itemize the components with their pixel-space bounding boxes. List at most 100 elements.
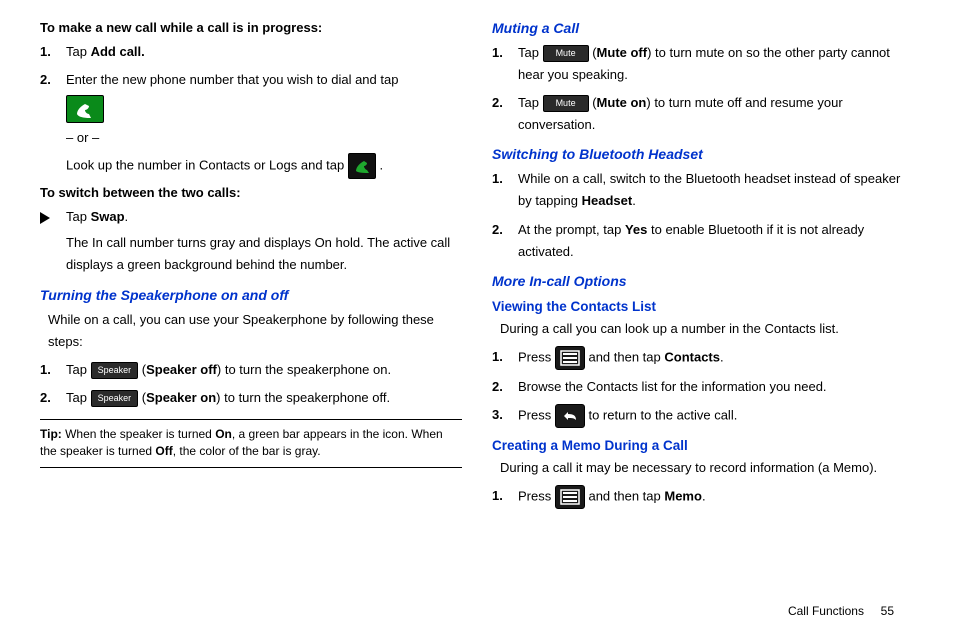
list-item: 2. Tap Speaker (Speaker on) to turn the … <box>66 387 462 409</box>
text: . <box>125 209 129 224</box>
list-item: 2. Browse the Contacts list for the info… <box>518 376 914 398</box>
item-number: 2. <box>40 69 51 91</box>
text: Tap <box>66 362 91 377</box>
lookup-line: Look up the number in Contacts or Logs a… <box>66 153 462 179</box>
list-item: 1. Tap Mute (Mute off) to turn mute on s… <box>518 42 914 86</box>
item-number: 3. <box>492 404 503 426</box>
text: When the speaker is turned <box>65 427 215 441</box>
text: . <box>632 193 636 208</box>
list-memo: 1. Press and then tap Memo. <box>492 485 914 509</box>
list-item: 1. Tap Add call. <box>66 41 462 63</box>
text: Enter the new phone number that you wish… <box>66 72 398 87</box>
item-number: 2. <box>492 219 503 241</box>
text: While on a call, switch to the Bluetooth… <box>518 171 900 208</box>
text-bold: On <box>215 427 232 441</box>
text: Tap <box>66 390 91 405</box>
list-item: 2. At the prompt, tap Yes to enable Blue… <box>518 219 914 263</box>
heading-bluetooth: Switching to Bluetooth Headset <box>492 146 914 162</box>
speaker-button-icon: Speaker <box>91 390 139 407</box>
contacts-intro: During a call you can look up a number i… <box>492 318 914 340</box>
text-bold: Mute on <box>597 95 647 110</box>
list-item: 1. Press and then tap Memo. <box>518 485 914 509</box>
list-item: 3. Press to return to the active call. <box>518 404 914 428</box>
tip-label: Tip: <box>40 427 65 441</box>
call-icon <box>348 153 376 179</box>
text: Press <box>518 488 555 503</box>
text: Tap <box>66 44 91 59</box>
speaker-button-icon: Speaker <box>91 362 139 379</box>
text-bold: Speaker on <box>146 390 216 405</box>
menu-key-icon <box>555 485 585 509</box>
dial-icon <box>66 95 104 123</box>
list-item: 1. Tap Speaker (Speaker off) to turn the… <box>66 359 462 381</box>
text-bold: Add call. <box>91 44 145 59</box>
text: . <box>379 158 383 173</box>
page-number: 55 <box>881 604 894 618</box>
list-item: 2. Enter the new phone number that you w… <box>66 69 462 179</box>
heading-more-options: More In-call Options <box>492 273 914 289</box>
menu-key-icon <box>555 346 585 370</box>
item-number: 2. <box>492 92 503 114</box>
swap-description: The In call number turns gray and displa… <box>66 232 462 276</box>
text-bold: Speaker off <box>146 362 217 377</box>
text: Tap <box>518 95 543 110</box>
speaker-intro: While on a call, you can use your Speake… <box>40 309 462 353</box>
text: Tap <box>66 209 91 224</box>
text: and then tap <box>588 349 664 364</box>
mute-button-icon: Mute <box>543 95 589 112</box>
list-contacts: 1. Press and then tap Contacts. 2. Brows… <box>492 346 914 428</box>
text: . <box>702 488 706 503</box>
page-footer: Call Functions 55 <box>788 604 894 618</box>
heading-speakerphone: Turning the Speakerphone on and off <box>40 287 462 303</box>
heading-new-call: To make a new call while a call is in pr… <box>40 20 462 35</box>
heading-muting: Muting a Call <box>492 20 914 36</box>
text: Tap <box>518 45 543 60</box>
text: ) to turn the speakerphone off. <box>216 390 390 405</box>
text: and then tap <box>588 488 664 503</box>
memo-intro: During a call it may be necessary to rec… <box>492 457 914 479</box>
text: Look up the number in Contacts or Logs a… <box>66 158 348 173</box>
text-bold: Yes <box>625 222 647 237</box>
list-mute: 1. Tap Mute (Mute off) to turn mute on s… <box>492 42 914 136</box>
text: , the color of the bar is gray. <box>173 444 321 458</box>
heading-contacts-list: Viewing the Contacts List <box>492 299 914 314</box>
text-bold: Mute off <box>597 45 648 60</box>
list-item: 1. While on a call, switch to the Blueto… <box>518 168 914 212</box>
heading-switch-calls: To switch between the two calls: <box>40 185 462 200</box>
triangle-bullet-icon <box>40 209 50 231</box>
item-number: 1. <box>492 42 503 64</box>
list-bluetooth: 1. While on a call, switch to the Blueto… <box>492 168 914 262</box>
item-number: 2. <box>492 376 503 398</box>
list-item: 2. Tap Mute (Mute on) to turn mute off a… <box>518 92 914 136</box>
text-bold: Contacts <box>664 349 720 364</box>
text: Browse the Contacts list for the informa… <box>518 379 827 394</box>
text: ) to turn the speakerphone on. <box>217 362 391 377</box>
text: . <box>720 349 724 364</box>
text-bold: Off <box>155 444 172 458</box>
right-column: Muting a Call 1. Tap Mute (Mute off) to … <box>492 20 914 515</box>
list-speaker: 1. Tap Speaker (Speaker off) to turn the… <box>40 359 462 409</box>
page: To make a new call while a call is in pr… <box>0 0 954 525</box>
list-item: 1. Press and then tap Contacts. <box>518 346 914 370</box>
text: Press <box>518 407 555 422</box>
text: At the prompt, tap <box>518 222 625 237</box>
text: Press <box>518 349 555 364</box>
section-name: Call Functions <box>788 604 864 618</box>
or-text: – or – <box>66 127 462 149</box>
item-number: 1. <box>40 41 51 63</box>
item-number: 2. <box>40 387 51 409</box>
item-number: 1. <box>492 168 503 190</box>
heading-memo: Creating a Memo During a Call <box>492 438 914 453</box>
mute-button-icon: Mute <box>543 45 589 62</box>
tip-block: Tip: When the speaker is turned On, a gr… <box>40 419 462 468</box>
item-number: 1. <box>492 485 503 507</box>
text-bold: Memo <box>664 488 702 503</box>
text-bold: Swap <box>91 209 125 224</box>
bullet-swap: Tap Swap. The In call number turns gray … <box>40 206 462 276</box>
item-number: 1. <box>492 346 503 368</box>
text: to return to the active call. <box>588 407 737 422</box>
item-number: 1. <box>40 359 51 381</box>
back-key-icon <box>555 404 585 428</box>
list-new-call: 1. Tap Add call. 2. Enter the new phone … <box>40 41 462 179</box>
left-column: To make a new call while a call is in pr… <box>40 20 462 515</box>
